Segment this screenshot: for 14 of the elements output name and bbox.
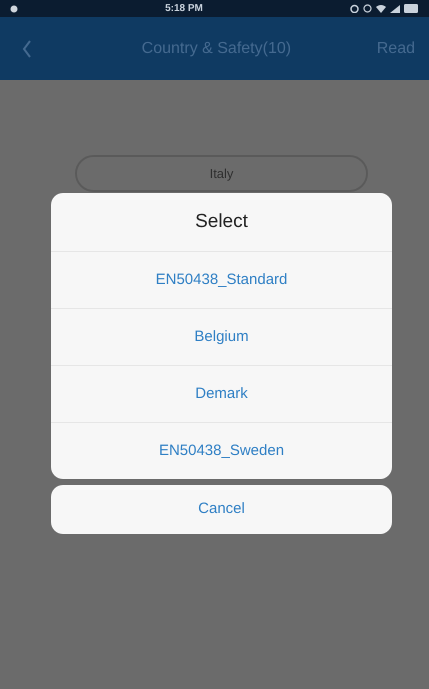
- option-item[interactable]: EN50438_Standard: [51, 251, 392, 308]
- circle-icon: [362, 4, 372, 13]
- option-item[interactable]: Belgium: [51, 308, 392, 365]
- wifi-icon: [376, 4, 386, 12]
- country-field[interactable]: Italy: [75, 155, 368, 192]
- dialog-title: Select: [195, 210, 248, 234]
- status-time: 5:18 PM: [165, 2, 203, 16]
- cancel-button[interactable]: Cancel: [51, 485, 392, 534]
- back-icon[interactable]: [22, 40, 32, 58]
- signal-icon: [390, 4, 400, 12]
- option-item[interactable]: EN50438_Sweden: [51, 422, 392, 479]
- option-item[interactable]: Demark: [51, 365, 392, 422]
- notification-icon: [10, 4, 18, 12]
- battery-icon: [404, 4, 419, 13]
